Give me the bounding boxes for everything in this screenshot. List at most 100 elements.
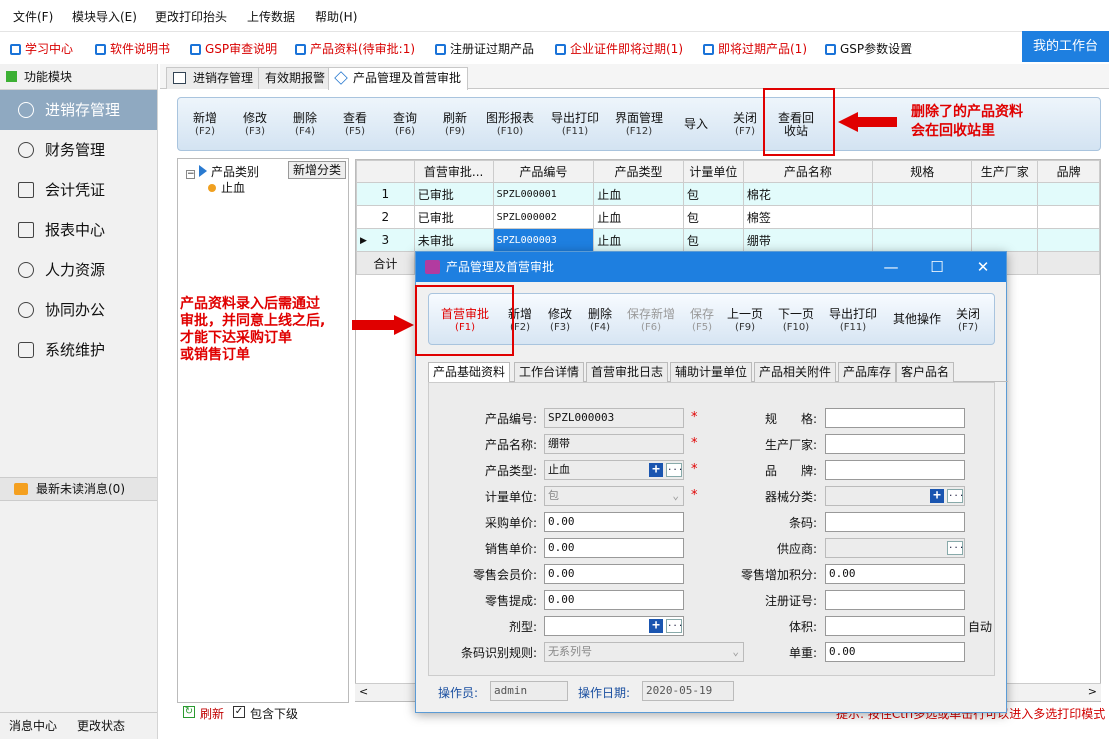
col-header[interactable]: 首营审批... (413, 160, 494, 183)
nav-item-finance[interactable]: 财务管理 (0, 130, 157, 170)
prev-page-button[interactable]: 上一页 (F9) (727, 308, 763, 334)
add-button[interactable]: 新增 (F2) (193, 112, 217, 138)
change-status-link[interactable]: 更改状态 (77, 713, 125, 739)
quick-manual[interactable]: 软件说明书 (95, 40, 170, 57)
more-icon[interactable]: ... (947, 489, 964, 503)
more-icon[interactable]: ... (947, 541, 964, 555)
next-page-button[interactable]: 下一页 (F10) (778, 308, 814, 334)
refresh-link[interactable]: 刷新 (200, 705, 224, 722)
minimize-icon[interactable]: — (868, 252, 914, 282)
close-icon[interactable]: ✕ (960, 252, 1006, 282)
tab-basic-info[interactable]: 产品基础资料 (428, 362, 511, 383)
quick-expiring-products[interactable]: 即将过期产品(1) (703, 40, 807, 57)
export-print-button[interactable]: 导出打印 (F11) (551, 112, 599, 138)
maximize-icon[interactable]: ☐ (914, 252, 960, 282)
col-header[interactable]: 计量单位 (682, 160, 744, 183)
manufacturer-field[interactable] (825, 434, 965, 454)
other-actions-button[interactable]: 其他操作 (893, 313, 941, 326)
interface-manage-button[interactable]: 界面管理 (F12) (615, 112, 663, 138)
tab-inventory[interactable]: 进销存管理 (166, 67, 261, 89)
col-header[interactable]: 规格 (872, 160, 973, 183)
table-row[interactable]: 1 已审批 SPZL000001 止血包棉花 (356, 182, 1100, 206)
product-type-field[interactable]: 止血 +... (544, 460, 684, 480)
volume-field[interactable] (825, 616, 965, 636)
dialog-delete-button[interactable]: 删除 (F4) (588, 308, 612, 334)
add-icon[interactable]: + (930, 489, 944, 503)
quick-gsp-review[interactable]: GSP审查说明 (190, 40, 277, 57)
add-icon[interactable]: + (649, 619, 663, 633)
query-button[interactable]: 查询 (F6) (393, 112, 417, 138)
menu-file[interactable]: 文件(F) (13, 8, 53, 25)
menu-help[interactable]: 帮助(H) (315, 8, 357, 25)
quick-expiring-certs[interactable]: 企业证件即将过期(1) (555, 40, 683, 57)
supplier-field[interactable]: ... (825, 538, 965, 558)
nav-item-hr[interactable]: 人力资源 (0, 250, 157, 290)
quick-learning-center[interactable]: 学习中心 (10, 40, 73, 57)
refresh-icon[interactable]: ↻ (183, 706, 195, 718)
unread-messages[interactable]: 最新未读消息(0) (0, 477, 157, 501)
menu-import[interactable]: 模块导入(E) (72, 8, 137, 25)
dosage-form-field[interactable]: +... (544, 616, 684, 636)
more-icon[interactable]: ... (666, 619, 683, 633)
refresh-button[interactable]: 刷新 (F9) (443, 112, 467, 138)
edit-button[interactable]: 修改 (F3) (243, 112, 267, 138)
add-icon[interactable]: + (649, 463, 663, 477)
menu-upload[interactable]: 上传数据 (247, 8, 295, 25)
menu-print-header[interactable]: 更改打印抬头 (155, 8, 227, 25)
delete-button[interactable]: 删除 (F4) (293, 112, 317, 138)
sale-price-field[interactable]: 0.00 (544, 538, 684, 558)
tab-attachments[interactable]: 产品相关附件 (754, 362, 837, 382)
add-category-button[interactable]: 新增分类 (288, 161, 347, 179)
dialog-export-button[interactable]: 导出打印 (F11) (829, 308, 877, 334)
tree-root[interactable]: − 产品类别 (186, 163, 259, 180)
col-header[interactable]: 产品编号 (492, 160, 595, 183)
dialog-close-button[interactable]: 关闭 (F7) (956, 308, 980, 334)
device-category-field[interactable]: +... (825, 486, 965, 506)
table-row[interactable]: 2 已审批 SPZL000002 止血包棉签 (356, 205, 1100, 229)
nav-item-system[interactable]: 系统维护 (0, 330, 157, 370)
save-button[interactable]: 保存 (F5) (690, 308, 714, 334)
nav-item-voucher[interactable]: 会计凭证 (0, 170, 157, 210)
tab-expiry-alert[interactable]: 有效期报警 (258, 67, 333, 89)
import-button[interactable]: 导入 (684, 118, 708, 131)
commission-field[interactable]: 0.00 (544, 590, 684, 610)
tab-aux-units[interactable]: 辅助计量单位 (670, 362, 753, 382)
retail-points-field[interactable]: 0.00 (825, 564, 965, 584)
chart-report-button[interactable]: 图形报表 (F10) (486, 112, 534, 138)
nav-item-office[interactable]: 协同办公 (0, 290, 157, 330)
view-button[interactable]: 查看 (F5) (343, 112, 367, 138)
more-icon[interactable]: ... (666, 463, 683, 477)
scroll-right-icon[interactable]: > (1088, 685, 1097, 698)
tab-stock[interactable]: 产品库存 (838, 362, 897, 382)
tab-product-approval[interactable]: 产品管理及首营审批 (328, 67, 469, 90)
save-new-button[interactable]: 保存新增 (F6) (627, 308, 675, 334)
col-header[interactable]: 产品名称 (742, 160, 874, 183)
tab-approval-log[interactable]: 首营审批日志 (586, 362, 669, 382)
include-sub-checkbox[interactable]: ✓ (233, 706, 245, 718)
table-row-selected[interactable]: 3 未审批 SPZL000003 止血包绷带 (356, 228, 1100, 252)
quick-expired-registration[interactable]: 注册证过期产品 (435, 40, 534, 57)
collapse-icon[interactable]: − (186, 170, 195, 179)
brand-field[interactable] (825, 460, 965, 480)
nav-item-reports[interactable]: 报表中心 (0, 210, 157, 250)
scroll-left-icon[interactable]: < (359, 685, 368, 698)
quick-gsp-settings[interactable]: GSP参数设置 (825, 40, 912, 57)
nav-item-inventory[interactable]: 进销存管理 (0, 90, 157, 130)
tab-workbench-detail[interactable]: 工作台详情 (514, 362, 585, 382)
member-price-field[interactable]: 0.00 (544, 564, 684, 584)
barcode-field[interactable] (825, 512, 965, 532)
registration-no-field[interactable] (825, 590, 965, 610)
col-header[interactable]: 生产厂家 (971, 160, 1039, 183)
col-header[interactable]: 产品类型 (593, 160, 684, 183)
close-button[interactable]: 关闭 (F7) (733, 112, 757, 138)
message-center-link[interactable]: 消息中心 (9, 713, 57, 739)
spec-field[interactable] (825, 408, 965, 428)
product-name-field[interactable]: 绷带 (544, 434, 684, 454)
tree-node-hemostasis[interactable]: 止血 (208, 179, 245, 196)
dialog-edit-button[interactable]: 修改 (F3) (548, 308, 572, 334)
product-code-field[interactable]: SPZL000003 (544, 408, 684, 428)
workbench-button[interactable]: 我的工作台 (1022, 31, 1109, 62)
quick-pending-products[interactable]: 产品资料(待审批:1) (295, 40, 415, 57)
col-header[interactable]: 品牌 (1037, 160, 1100, 183)
unit-select[interactable]: 包 ⌄ (544, 486, 684, 506)
